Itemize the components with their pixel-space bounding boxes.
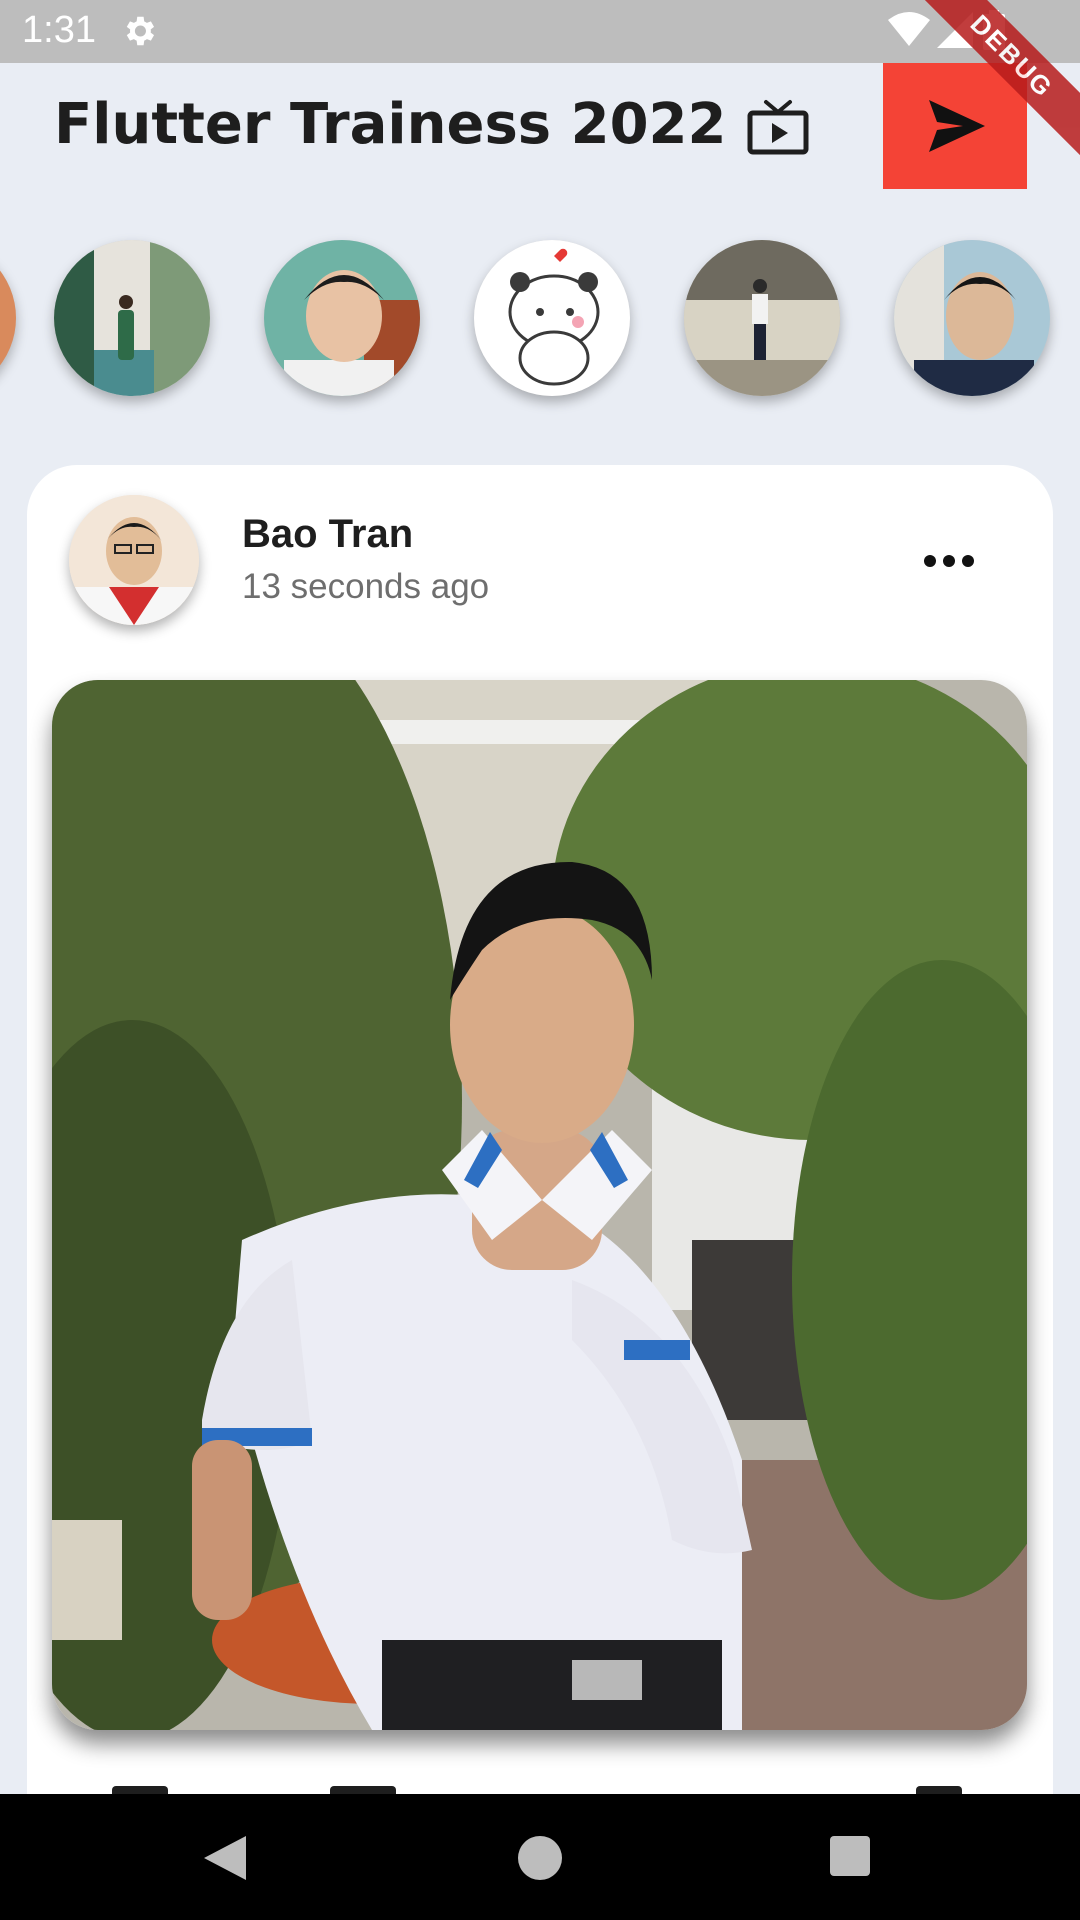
send-icon <box>929 100 985 152</box>
story-avatar[interactable] <box>474 240 630 396</box>
author-name[interactable]: Bao Tran <box>242 512 413 557</box>
story-avatar[interactable] <box>264 240 420 396</box>
tv-play-icon[interactable] <box>746 98 810 156</box>
app-screen: 1:31 DEBUG Flutter Trainess 2022 Bao Tra… <box>0 0 1080 1920</box>
status-time: 1:31 <box>22 9 96 51</box>
author-photo <box>69 495 199 625</box>
author-avatar[interactable] <box>69 495 199 625</box>
system-nav-bar <box>0 1794 1080 1920</box>
story-avatar[interactable] <box>684 240 840 396</box>
post-photo[interactable] <box>52 680 1027 1730</box>
story-photo <box>264 240 420 396</box>
more-horizontal-icon[interactable] <box>918 540 980 580</box>
story-photo <box>684 240 840 396</box>
home-icon[interactable] <box>518 1836 562 1880</box>
more-dot <box>943 555 955 567</box>
post-image <box>52 680 1027 1730</box>
more-dot <box>924 555 936 567</box>
story-photo <box>54 240 210 396</box>
story-avatar[interactable] <box>0 240 16 396</box>
story-photo <box>894 240 1050 396</box>
status-bar: 1:31 <box>0 0 1080 63</box>
story-photo <box>474 240 630 396</box>
more-dot <box>962 555 974 567</box>
send-button[interactable] <box>883 63 1027 189</box>
story-avatar[interactable] <box>894 240 1050 396</box>
story-avatar[interactable] <box>54 240 210 396</box>
gear-icon <box>126 16 155 46</box>
action-icon-peek <box>916 1786 962 1794</box>
story-photo <box>0 240 16 396</box>
wifi-icon <box>888 12 930 46</box>
app-title: Flutter Trainess 2022 <box>54 92 727 157</box>
stories-row[interactable] <box>0 240 1080 400</box>
post-timestamp: 13 seconds ago <box>242 567 490 606</box>
recents-icon[interactable] <box>830 1836 870 1876</box>
back-icon[interactable] <box>202 1834 248 1882</box>
action-icon-peek <box>330 1786 396 1794</box>
action-icon-peek <box>112 1786 168 1794</box>
